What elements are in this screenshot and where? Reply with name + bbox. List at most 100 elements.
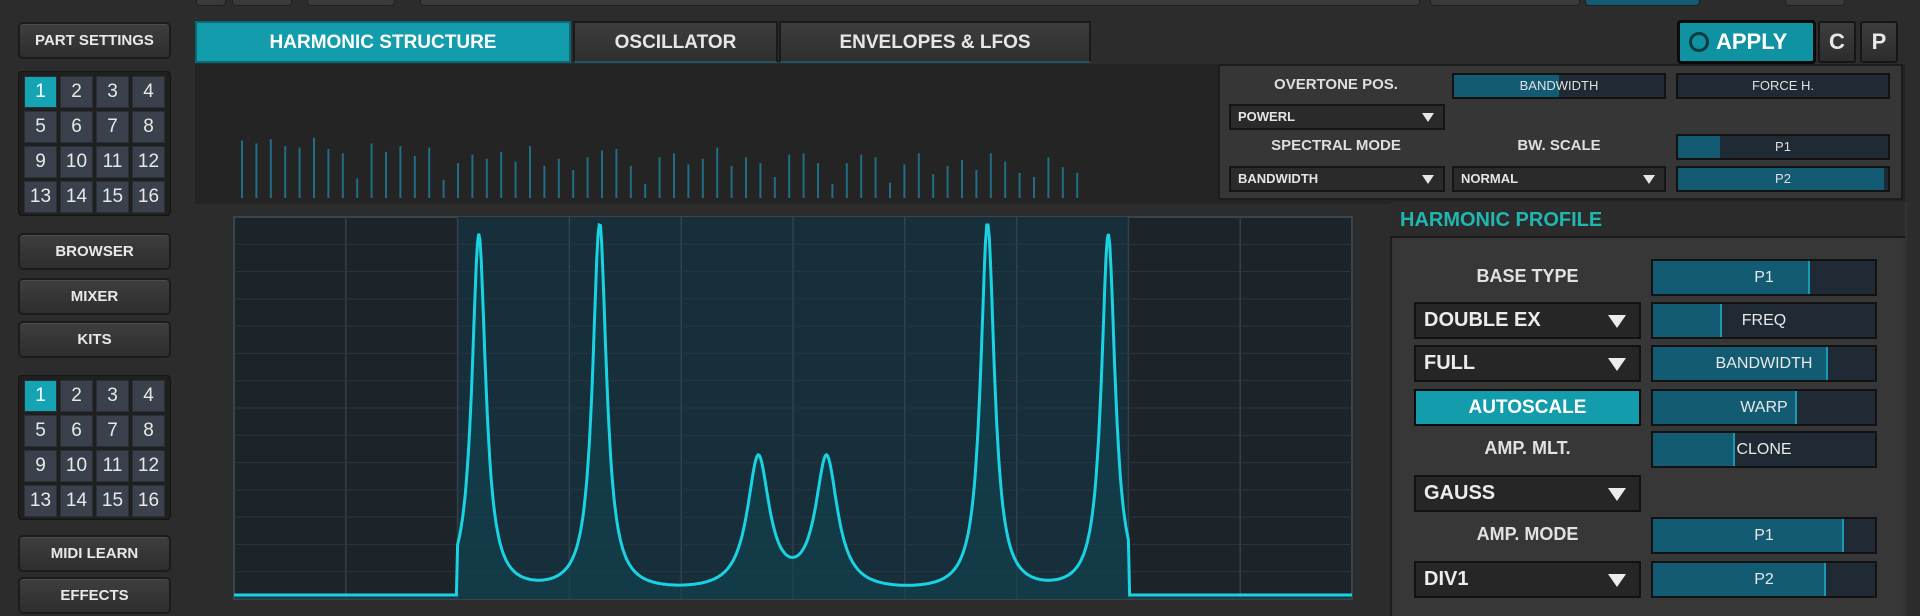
- kit-button-3[interactable]: 3: [96, 380, 129, 412]
- top-stub-3: [307, 0, 395, 6]
- chevron-down-icon: [1608, 574, 1626, 587]
- part-button-8[interactable]: 8: [132, 111, 165, 143]
- profile-p1-slider-label: P1: [1754, 269, 1774, 286]
- amp-p2-slider[interactable]: P2: [1651, 561, 1877, 598]
- top-stub-4: [420, 0, 1420, 6]
- kit-button-11[interactable]: 11: [96, 450, 129, 482]
- harmonic-profile-title: HARMONIC PROFILE: [1400, 209, 1603, 231]
- overtone-pos-value: POWERL: [1238, 109, 1296, 124]
- kit-button-13[interactable]: 13: [24, 485, 57, 517]
- amp-mode-value: DIV1: [1424, 568, 1469, 590]
- part-button-7[interactable]: 7: [96, 111, 129, 143]
- profile-p1-slider[interactable]: P1: [1651, 259, 1877, 296]
- kit-button-7[interactable]: 7: [96, 415, 129, 447]
- tab-oscillator[interactable]: OSCILLATOR: [573, 21, 778, 63]
- freq-slider[interactable]: FREQ: [1651, 302, 1877, 339]
- browser-button[interactable]: BROWSER: [18, 233, 171, 270]
- mixer-button[interactable]: MIXER: [18, 278, 171, 315]
- effects-button[interactable]: EFFECTS: [18, 577, 171, 614]
- chevron-down-icon: [1608, 315, 1626, 328]
- part-button-14[interactable]: 14: [60, 181, 93, 213]
- chevron-down-icon: [1643, 175, 1655, 184]
- force-h-slider-label: FORCE H.: [1751, 78, 1815, 93]
- p-button[interactable]: P: [1860, 21, 1898, 63]
- apply-ring-icon: [1689, 32, 1709, 52]
- spectral-mode-value: BANDWIDTH: [1238, 171, 1319, 186]
- kit-button-14[interactable]: 14: [60, 485, 93, 517]
- clone-slider-label: CLONE: [1736, 441, 1792, 458]
- kit-button-6[interactable]: 6: [60, 415, 93, 447]
- part-button-12[interactable]: 12: [132, 146, 165, 178]
- range-value: FULL: [1424, 352, 1476, 374]
- part-button-5[interactable]: 5: [24, 111, 57, 143]
- spectral-mode-dropdown[interactable]: BANDWIDTH: [1229, 166, 1445, 192]
- amp-p2-slider-label: P2: [1754, 571, 1774, 588]
- profile-bandwidth-slider-label: BANDWIDTH: [1715, 355, 1813, 372]
- part-button-16[interactable]: 16: [132, 181, 165, 213]
- tab-envelopes-lfos[interactable]: ENVELOPES & LFOS: [779, 21, 1091, 63]
- harmonic-profile-header: HARMONIC PROFILE: [1390, 202, 1905, 238]
- kits-button[interactable]: KITS: [18, 321, 171, 358]
- bandwidth-slider[interactable]: BANDWIDTH: [1452, 73, 1666, 99]
- part-grid: 1 2 3 4 5 6 7 8 9 10 11 12 13 14 15 16: [18, 71, 171, 216]
- part-button-4[interactable]: 4: [132, 76, 165, 108]
- part-button-3[interactable]: 3: [96, 76, 129, 108]
- apply-label: APPLY: [1716, 29, 1788, 54]
- kit-button-2[interactable]: 2: [60, 380, 93, 412]
- amp-p1-slider[interactable]: P1: [1651, 517, 1877, 554]
- autoscale-button[interactable]: AUTOSCALE: [1414, 389, 1641, 426]
- clone-slider[interactable]: CLONE: [1651, 431, 1877, 468]
- range-dropdown[interactable]: FULL: [1414, 345, 1641, 382]
- base-type-dropdown[interactable]: DOUBLE EX: [1414, 302, 1641, 339]
- chevron-down-icon: [1608, 358, 1626, 371]
- part-button-10[interactable]: 10: [60, 146, 93, 178]
- kit-button-12[interactable]: 12: [132, 450, 165, 482]
- kit-grid: 1 2 3 4 5 6 7 8 9 10 11 12 13 14 15 16: [18, 375, 171, 520]
- amp-mlt-value: GAUSS: [1424, 482, 1496, 504]
- bw-scale-value: NORMAL: [1461, 171, 1519, 186]
- p2-slider[interactable]: P2: [1676, 166, 1890, 192]
- amp-mode-dropdown[interactable]: DIV1: [1414, 561, 1641, 598]
- part-button-2[interactable]: 2: [60, 76, 93, 108]
- top-stub-5: [1430, 0, 1580, 6]
- part-button-13[interactable]: 13: [24, 181, 57, 213]
- amp-mlt-dropdown[interactable]: GAUSS: [1414, 475, 1641, 512]
- part-button-15[interactable]: 15: [96, 181, 129, 213]
- bw-scale-dropdown[interactable]: NORMAL: [1452, 166, 1666, 192]
- freq-slider-label: FREQ: [1741, 312, 1787, 329]
- amp-mode-label: AMP. MODE: [1476, 524, 1579, 544]
- harmonic-profile-graph[interactable]: [230, 213, 1356, 605]
- tab-harmonic-structure[interactable]: HARMONIC STRUCTURE: [195, 21, 571, 63]
- base-type-label: BASE TYPE: [1476, 266, 1579, 286]
- p2-slider-label: P2: [1775, 171, 1791, 186]
- top-stub-6: [1585, 0, 1700, 6]
- warp-slider[interactable]: WARP: [1651, 389, 1877, 426]
- top-stub-7: [1785, 0, 1845, 6]
- apply-button[interactable]: APPLY: [1677, 20, 1816, 64]
- amp-mlt-label: AMP. MLT.: [1484, 438, 1571, 458]
- kit-button-1[interactable]: 1: [24, 380, 57, 412]
- kit-button-10[interactable]: 10: [60, 450, 93, 482]
- overtone-pos-dropdown[interactable]: POWERL: [1229, 104, 1445, 130]
- profile-bandwidth-slider[interactable]: BANDWIDTH: [1651, 345, 1877, 382]
- kit-button-4[interactable]: 4: [132, 380, 165, 412]
- kit-button-8[interactable]: 8: [132, 415, 165, 447]
- amp-p1-slider-label: P1: [1754, 527, 1774, 544]
- base-type-value: DOUBLE EX: [1424, 309, 1541, 331]
- force-h-slider[interactable]: FORCE H.: [1676, 73, 1890, 99]
- part-button-11[interactable]: 11: [96, 146, 129, 178]
- chevron-down-icon: [1608, 488, 1626, 501]
- part-button-6[interactable]: 6: [60, 111, 93, 143]
- part-settings-button[interactable]: PART SETTINGS: [18, 22, 171, 59]
- kit-button-16[interactable]: 16: [132, 485, 165, 517]
- kit-button-9[interactable]: 9: [24, 450, 57, 482]
- midi-learn-button[interactable]: MIDI LEARN: [18, 535, 171, 572]
- part-button-1[interactable]: 1: [24, 76, 57, 108]
- kit-button-5[interactable]: 5: [24, 415, 57, 447]
- part-button-9[interactable]: 9: [24, 146, 57, 178]
- c-button[interactable]: C: [1818, 21, 1856, 63]
- overtone-pos-label: OVERTONE POS.: [1274, 76, 1398, 93]
- p1-slider[interactable]: P1: [1676, 134, 1890, 160]
- chevron-down-icon: [1422, 113, 1434, 122]
- kit-button-15[interactable]: 15: [96, 485, 129, 517]
